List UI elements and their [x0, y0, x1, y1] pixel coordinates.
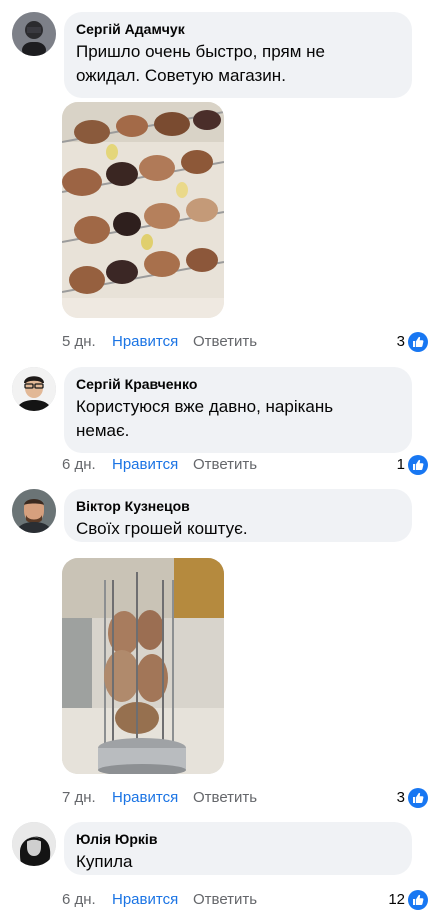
comment-time[interactable]: 7 дн.: [62, 787, 96, 809]
reply-button[interactable]: Ответить: [193, 454, 257, 476]
reaction-count: 12: [388, 891, 405, 908]
avatar[interactable]: [12, 12, 56, 56]
comment-meta: 6 дн. Нравится Ответить 12: [62, 889, 428, 911]
avatar[interactable]: [12, 489, 56, 533]
reaction-summary[interactable]: 12: [388, 889, 428, 911]
comment-text-line: ожидал. Советую магазин.: [76, 66, 286, 85]
comment-text: Пришло очень быстро, прям не ожидал. Сов…: [76, 40, 400, 88]
comment-text: Користуюся вже давно, нарікань немає.: [76, 395, 400, 443]
author-name[interactable]: Сергій Адамчук: [76, 20, 400, 38]
reaction-summary[interactable]: 1: [397, 454, 428, 476]
reply-button[interactable]: Ответить: [193, 787, 257, 809]
comment-meta: 7 дн. Нравится Ответить 3: [62, 787, 428, 809]
comment-meta: 5 дн. Нравится Ответить 3: [62, 331, 428, 353]
like-button[interactable]: Нравится: [112, 889, 178, 911]
reaction-count: 3: [396, 789, 405, 806]
reply-button[interactable]: Ответить: [193, 889, 257, 911]
avatar[interactable]: [12, 822, 56, 866]
comment-time[interactable]: 6 дн.: [62, 889, 96, 911]
comment-text-line: Пришло очень быстро, прям не: [76, 42, 325, 61]
like-button[interactable]: Нравится: [112, 787, 178, 809]
comment-meta: 6 дн. Нравится Ответить 1: [62, 454, 428, 476]
thumbs-up-icon: [408, 890, 428, 910]
comment-text-line: немає.: [76, 421, 130, 440]
author-name[interactable]: Віктор Кузнецов: [76, 497, 400, 515]
comment-text-line: Користуюся вже давно, нарікань: [76, 397, 334, 416]
author-name[interactable]: Юлія Юрків: [76, 830, 400, 848]
thumbs-up-icon: [408, 332, 428, 352]
author-name[interactable]: Сергій Кравченко: [76, 375, 400, 393]
comment-time[interactable]: 6 дн.: [62, 454, 96, 476]
reaction-summary[interactable]: 3: [397, 787, 428, 809]
comment-text: Своїх грошей коштує.: [76, 517, 400, 541]
comment-time[interactable]: 5 дн.: [62, 331, 96, 353]
reaction-count: 1: [396, 456, 405, 473]
comment-bubble: Віктор Кузнецов Своїх грошей коштує.: [64, 489, 412, 542]
comment-photo[interactable]: [62, 558, 224, 774]
reply-button[interactable]: Ответить: [193, 331, 257, 353]
thumbs-up-icon: [408, 455, 428, 475]
reaction-count: 3: [396, 333, 405, 350]
comment-bubble: Сергій Кравченко Користуюся вже давно, н…: [64, 367, 412, 453]
comment-photo[interactable]: [62, 102, 224, 318]
avatar[interactable]: [12, 367, 56, 411]
reaction-summary[interactable]: 3: [397, 331, 428, 353]
like-button[interactable]: Нравится: [112, 331, 178, 353]
comment-text: Купила: [76, 850, 400, 874]
comment-text-line: Своїх грошей коштує.: [76, 519, 248, 538]
comment-bubble: Сергій Адамчук Пришло очень быстро, прям…: [64, 12, 412, 98]
comment-bubble: Юлія Юрків Купила: [64, 822, 412, 875]
like-button[interactable]: Нравится: [112, 454, 178, 476]
comment-text-line: Купила: [76, 852, 133, 871]
thumbs-up-icon: [408, 788, 428, 808]
